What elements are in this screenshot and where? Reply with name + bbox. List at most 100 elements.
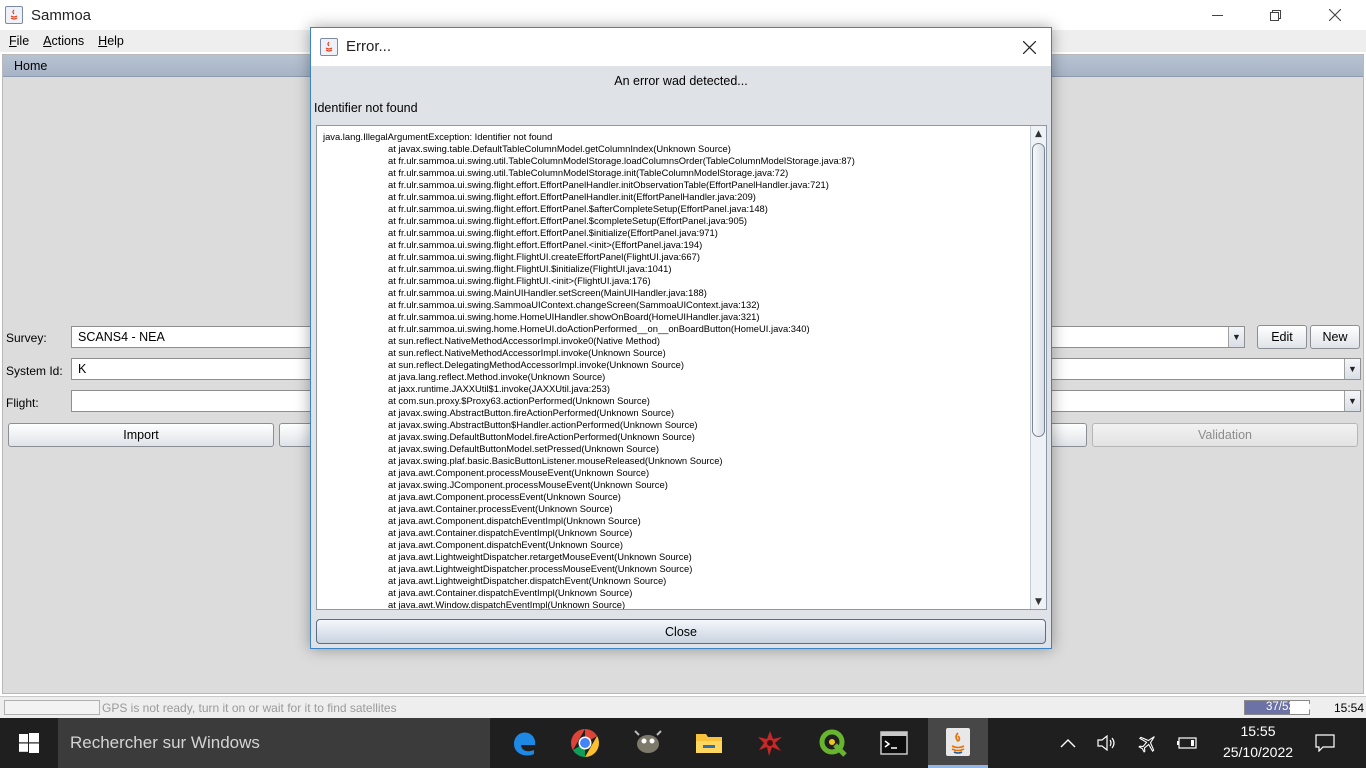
validation-button[interactable]: Validation — [1092, 423, 1358, 447]
edit-survey-button[interactable]: Edit — [1257, 325, 1307, 349]
minimize-button[interactable] — [1188, 0, 1246, 30]
menu-actions-label: ctions — [51, 34, 85, 48]
java-app-icon — [5, 6, 23, 24]
start-button[interactable] — [0, 718, 58, 768]
notification-icon[interactable] — [1310, 718, 1340, 768]
stack-trace-line: at java.awt.LightweightDispatcher.proces… — [388, 563, 693, 574]
stack-trace-line: at fr.ulr.sammoa.ui.swing.flight.FlightU… — [388, 251, 700, 262]
stack-trace-line: at sun.reflect.NativeMethodAccessorImpl.… — [388, 335, 660, 346]
dialog-close-x-button[interactable] — [1007, 28, 1051, 66]
menu-file[interactable]: File — [4, 34, 34, 48]
stack-trace-text: java.lang.IllegalArgumentException: Iden… — [323, 131, 1029, 610]
menu-help[interactable]: Help — [93, 34, 129, 48]
stack-trace-line: at sun.reflect.DelegatingMethodAccessorI… — [388, 359, 684, 370]
battery-icon[interactable] — [1174, 718, 1200, 768]
stack-trace-line: at java.awt.Component.processMouseEvent(… — [388, 467, 650, 478]
volume-icon[interactable] — [1094, 718, 1120, 768]
close-button[interactable]: Close — [316, 619, 1046, 644]
close-icon — [1022, 40, 1036, 54]
stack-trace-line: at javax.swing.DefaultButtonModel.setPre… — [388, 443, 659, 454]
stack-trace-line: at java.awt.Window.dispatchEventImpl(Unk… — [388, 599, 626, 610]
stack-trace-line: at sun.reflect.NativeMethodAccessorImpl.… — [388, 347, 666, 358]
file-explorer-icon[interactable] — [679, 718, 739, 768]
stack-trace-line: at javax.swing.DefaultButtonModel.fireAc… — [388, 431, 695, 442]
menu-file-label: ile — [16, 34, 30, 48]
chrome-icon[interactable] — [555, 718, 615, 768]
stack-trace-line: at fr.ulr.sammoa.ui.swing.flight.effort.… — [388, 239, 703, 250]
windows-logo-icon — [19, 733, 39, 753]
menu-actions[interactable]: Actions — [38, 34, 89, 48]
stack-trace-line: at fr.ulr.sammoa.ui.swing.home.HomeUI.do… — [388, 323, 810, 334]
stack-trace-line: at java.lang.reflect.Method.invoke(Unkno… — [388, 371, 606, 382]
chevron-up-icon[interactable] — [1056, 718, 1080, 768]
scroll-thumb[interactable] — [1032, 143, 1045, 437]
gimp-icon[interactable] — [618, 718, 678, 768]
close-icon — [1329, 9, 1341, 21]
edge-icon[interactable] — [494, 718, 554, 768]
stack-trace-line: at fr.ulr.sammoa.ui.swing.util.TableColu… — [388, 155, 855, 166]
window-close-button[interactable] — [1306, 0, 1364, 30]
restore-icon — [1269, 9, 1281, 21]
stack-trace-line: at fr.ulr.sammoa.ui.swing.flight.effort.… — [388, 203, 768, 214]
error-dialog: Error... An error wad detected... Identi… — [310, 27, 1052, 649]
stack-trace-line: at fr.ulr.sammoa.ui.swing.MainUIHandler.… — [388, 287, 707, 298]
stack-trace-line: at javax.swing.table.DefaultTableColumnM… — [388, 143, 731, 154]
stack-trace-line: at java.awt.Component.dispatchEventImpl(… — [388, 515, 641, 526]
stack-trace-line: at fr.ulr.sammoa.ui.swing.SammoaUIContex… — [388, 299, 760, 310]
app-red-icon[interactable] — [740, 718, 800, 768]
system-id-label: System Id: — [6, 364, 63, 378]
minimize-icon — [1211, 14, 1223, 16]
stack-trace-line: at javax.swing.JComponent.processMouseEv… — [388, 479, 668, 490]
gps-status-text: GPS is not ready, turn it on or wait for… — [102, 701, 397, 715]
survey-value: SCANS4 - NEA — [78, 330, 165, 344]
windows-taskbar: Rechercher sur Windows 15:55 25/10/2022 — [0, 718, 1366, 768]
search-placeholder: Rechercher sur Windows — [70, 733, 260, 752]
taskbar-date[interactable]: 25/10/2022 — [1208, 744, 1308, 760]
terminal-icon[interactable] — [864, 718, 924, 768]
stack-trace-line: at javax.swing.plaf.basic.BasicButtonLis… — [388, 455, 723, 466]
status-clock: 15:54 — [1334, 701, 1365, 715]
import-button[interactable]: Import — [8, 423, 274, 447]
stack-trace-line: at java.awt.Container.processEvent(Unkno… — [388, 503, 613, 514]
taskbar-time[interactable]: 15:55 — [1218, 723, 1298, 739]
chevron-down-icon[interactable]: ▼ — [1228, 327, 1244, 347]
java-app-icon — [320, 38, 338, 56]
stack-trace-area[interactable]: java.lang.IllegalArgumentException: Iden… — [316, 125, 1047, 610]
memory-usage-text: 37/53Mb — [1266, 701, 1311, 713]
stack-trace-line: at fr.ulr.sammoa.ui.swing.flight.effort.… — [388, 227, 718, 238]
stack-trace-line: at jaxx.runtime.JAXXUtil$1.invoke(JAXXUt… — [388, 383, 610, 394]
qgis-icon[interactable] — [803, 718, 863, 768]
menu-help-label: elp — [107, 34, 124, 48]
error-message: An error wad detected... — [614, 74, 748, 88]
tab-home[interactable]: Home — [14, 59, 47, 73]
stack-trace-line: at java.awt.Component.processEvent(Unkno… — [388, 491, 621, 502]
system-id-value: K — [78, 362, 87, 376]
stack-trace-line: at fr.ulr.sammoa.ui.swing.flight.FlightU… — [388, 275, 651, 286]
menu-actions-mnemonic: A — [43, 34, 52, 48]
restore-button[interactable] — [1246, 0, 1304, 30]
stack-trace-line: at fr.ulr.sammoa.ui.swing.flight.effort.… — [388, 215, 748, 226]
window-titlebar: Sammoa — [0, 0, 1366, 30]
gps-progress-bar — [4, 700, 100, 715]
vertical-scrollbar[interactable]: ▲ ▼ — [1030, 126, 1046, 609]
new-survey-button[interactable]: New — [1310, 325, 1360, 349]
menu-help-mnemonic: H — [98, 34, 108, 48]
stack-trace-line: at fr.ulr.sammoa.ui.swing.home.HomeUIHan… — [388, 311, 760, 322]
flight-label: Flight: — [6, 396, 39, 410]
error-detail: Identifier not found — [314, 101, 418, 115]
stack-trace-line: at com.sun.proxy.$Proxy63.actionPerforme… — [388, 395, 650, 406]
stack-trace-line: at javax.swing.AbstractButton$Handler.ac… — [388, 419, 698, 430]
stack-trace-line: at fr.ulr.sammoa.ui.swing.flight.effort.… — [388, 191, 756, 202]
stack-trace-line: at java.awt.Container.dispatchEventImpl(… — [388, 587, 633, 598]
airplane-mode-icon[interactable] — [1134, 718, 1162, 768]
stack-trace-line: at fr.ulr.sammoa.ui.swing.flight.effort.… — [388, 179, 829, 190]
chevron-down-icon[interactable]: ▼ — [1344, 391, 1360, 411]
scroll-up-icon[interactable]: ▲ — [1031, 126, 1046, 141]
dialog-title: Error... — [346, 38, 392, 55]
taskbar-search[interactable]: Rechercher sur Windows — [58, 718, 490, 768]
chevron-down-icon[interactable]: ▼ — [1344, 359, 1360, 379]
stack-trace-line: at java.awt.Component.dispatchEvent(Unkn… — [388, 539, 624, 550]
scroll-down-icon[interactable]: ▼ — [1031, 594, 1046, 609]
stack-trace-line: java.lang.IllegalArgumentException: Iden… — [323, 131, 553, 142]
java-icon[interactable] — [928, 718, 988, 768]
